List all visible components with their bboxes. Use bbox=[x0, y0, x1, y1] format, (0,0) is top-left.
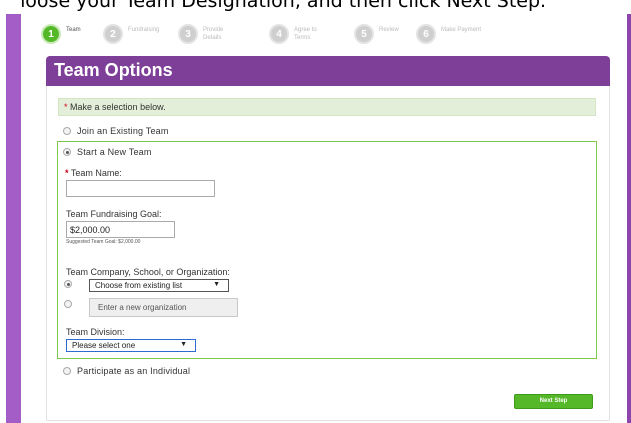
step-number: 1 bbox=[41, 24, 61, 44]
join-team-radio[interactable] bbox=[63, 127, 71, 135]
dropdown-arrow-icon: ▼ bbox=[213, 281, 220, 288]
step-fundraising[interactable]: 2 Fundraising bbox=[103, 24, 166, 44]
progress-steps: 1 Team 2 Fundraising 3 Provide Details 4… bbox=[41, 24, 601, 54]
step-number: 4 bbox=[269, 24, 289, 44]
section-title: Team Options bbox=[46, 56, 610, 86]
team-name-input[interactable] bbox=[66, 180, 215, 197]
left-frame bbox=[0, 0, 21, 423]
team-name-label: * Team Name: bbox=[65, 168, 122, 178]
step-review[interactable]: 5 Review bbox=[354, 24, 417, 44]
goal-label: Team Fundraising Goal: bbox=[66, 209, 162, 219]
selection-notice: * Make a selection below. bbox=[58, 98, 596, 116]
organization-label: Team Company, School, or Organization: bbox=[66, 267, 230, 277]
step-provide-details[interactable]: 3 Provide Details bbox=[178, 24, 241, 44]
step-label: Agree to Terms bbox=[294, 27, 317, 41]
registration-page: 1 Team 2 Fundraising 3 Provide Details 4… bbox=[21, 14, 617, 423]
step-label: Make Payment bbox=[441, 27, 482, 33]
organization-select-value: Choose from existing list bbox=[95, 281, 183, 290]
organization-select[interactable]: Choose from existing list ▼ bbox=[89, 279, 229, 292]
new-team-section bbox=[57, 141, 597, 359]
division-select[interactable]: Please select one ▼ bbox=[66, 339, 196, 352]
goal-hint: Suggested Team Goal: $2,000.00 bbox=[66, 239, 141, 245]
instruction-caption: Choose your Team Designation, and then c… bbox=[0, 0, 547, 12]
start-team-radio[interactable] bbox=[63, 148, 71, 156]
right-frame bbox=[617, 14, 631, 423]
step-label: Team bbox=[66, 27, 81, 33]
required-marker: * bbox=[65, 168, 69, 178]
dropdown-arrow-icon: ▼ bbox=[180, 341, 187, 348]
new-organization-input[interactable]: Enter a new organization bbox=[89, 298, 238, 317]
division-label: Team Division: bbox=[66, 327, 125, 337]
next-step-button[interactable]: Next Step bbox=[514, 394, 593, 409]
required-marker: * bbox=[64, 102, 68, 112]
step-team[interactable]: 1 Team bbox=[41, 24, 104, 44]
individual-label[interactable]: Participate as an Individual bbox=[77, 366, 190, 376]
step-label: Fundraising bbox=[128, 27, 160, 33]
step-agree-terms[interactable]: 4 Agree to Terms bbox=[269, 24, 332, 44]
join-team-label[interactable]: Join an Existing Team bbox=[77, 126, 169, 136]
division-select-value: Please select one bbox=[72, 341, 136, 350]
step-label: Provide Details bbox=[203, 27, 224, 41]
goal-input[interactable]: $2,000.00 bbox=[66, 221, 175, 238]
existing-org-radio[interactable] bbox=[64, 280, 72, 288]
step-make-payment[interactable]: 6 Make Payment bbox=[416, 24, 501, 44]
notice-text: Make a selection below. bbox=[70, 102, 166, 112]
step-label: Review bbox=[379, 27, 399, 33]
individual-radio[interactable] bbox=[63, 367, 71, 375]
new-org-radio[interactable] bbox=[64, 300, 72, 308]
step-number: 6 bbox=[416, 24, 436, 44]
step-number: 2 bbox=[103, 24, 123, 44]
start-team-label[interactable]: Start a New Team bbox=[77, 147, 152, 157]
step-number: 5 bbox=[354, 24, 374, 44]
step-number: 3 bbox=[178, 24, 198, 44]
